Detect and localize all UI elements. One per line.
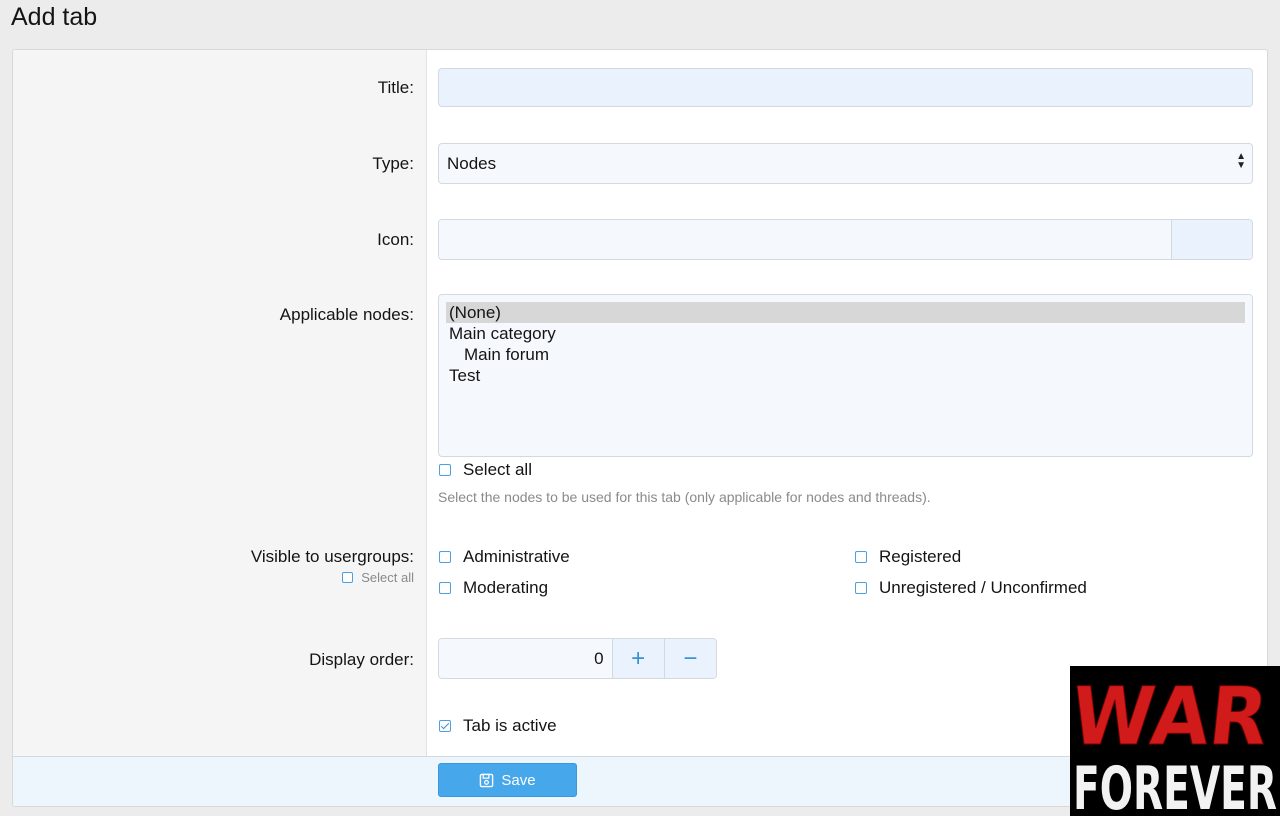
checkbox-checked-icon[interactable]	[439, 720, 451, 732]
increment-button[interactable]: +	[611, 639, 664, 678]
display-order-label: Display order:	[309, 650, 414, 669]
nodes-select-all[interactable]: Select all	[439, 460, 532, 480]
usergroup-label: Administrative	[463, 547, 570, 566]
nodes-select-all-label: Select all	[463, 460, 532, 479]
type-label: Type:	[372, 154, 414, 173]
icon-picker-button[interactable]	[1171, 220, 1252, 259]
display-order-input[interactable]: 0	[439, 639, 612, 678]
war-forever-logo-art: WAR FOREVER	[1070, 670, 1277, 816]
node-option-main-forum[interactable]: Main forum	[446, 344, 1245, 365]
decrement-button[interactable]: −	[663, 639, 716, 678]
plus-icon: +	[631, 644, 646, 672]
svg-text:FOREVER: FOREVER	[1073, 754, 1277, 816]
type-select[interactable]: Nodes ▲ ▼	[438, 143, 1253, 184]
node-option-none[interactable]: (None)	[446, 302, 1245, 323]
checkbox-icon[interactable]	[439, 582, 451, 594]
save-icon	[480, 773, 494, 787]
display-order-stepper: 0 + −	[438, 638, 717, 679]
select-arrows-icon: ▲ ▼	[1236, 151, 1246, 171]
usergroup-label: Unregistered / Unconfirmed	[879, 578, 1087, 597]
usergroups-select-all-label: Select all	[361, 570, 414, 585]
nodes-explain: Select the nodes to be used for this tab…	[438, 489, 931, 505]
usergroup-label: Registered	[879, 547, 962, 566]
usergroup-registered[interactable]: Registered	[855, 547, 961, 567]
checkbox-icon[interactable]	[855, 551, 867, 563]
tab-active-label: Tab is active	[463, 716, 557, 735]
usergroup-label: Moderating	[463, 578, 549, 597]
checkbox-icon[interactable]	[855, 582, 867, 594]
checkbox-icon[interactable]	[342, 572, 354, 583]
save-button[interactable]: Save	[438, 763, 577, 797]
applicable-nodes-label: Applicable nodes:	[279, 305, 414, 324]
usergroups-select-all[interactable]: Select all	[342, 570, 414, 585]
icon-label: Icon:	[377, 230, 414, 249]
node-option-test[interactable]: Test	[446, 365, 1245, 386]
type-select-value: Nodes	[447, 154, 497, 173]
applicable-nodes-list[interactable]: (None) Main category Main forum Test	[438, 294, 1253, 457]
usergroup-moderating[interactable]: Moderating	[439, 578, 548, 598]
save-button-label: Save	[501, 771, 536, 789]
icon-input-group	[438, 219, 1253, 260]
icon-input[interactable]	[439, 220, 1171, 259]
usergroups-label: Visible to usergroups:	[250, 547, 414, 566]
node-option-main-category[interactable]: Main category	[446, 323, 1245, 344]
checkbox-icon[interactable]	[439, 464, 451, 476]
page-title: Add tab	[11, 3, 98, 31]
checkbox-icon[interactable]	[439, 551, 451, 563]
svg-text:WAR: WAR	[1070, 670, 1273, 763]
war-forever-logo: WAR FOREVER	[1070, 666, 1280, 816]
usergroup-unregistered[interactable]: Unregistered / Unconfirmed	[855, 578, 1087, 598]
tab-active-checkbox[interactable]: Tab is active	[439, 716, 557, 736]
usergroup-administrative[interactable]: Administrative	[439, 547, 570, 567]
title-label: Title:	[377, 78, 414, 97]
title-input[interactable]	[438, 68, 1253, 107]
minus-icon: −	[683, 644, 698, 672]
